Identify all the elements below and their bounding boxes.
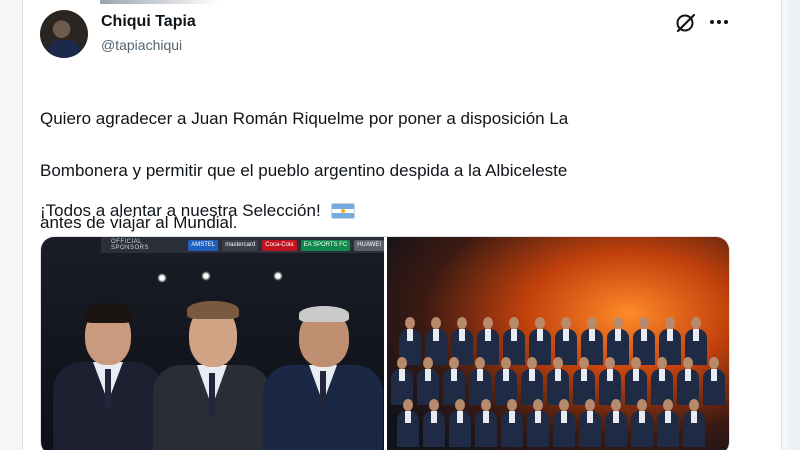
cheer-text: ¡Todos a alentar a nuestra Selección! [40, 201, 321, 220]
sponsor-logo: AMSTEL [188, 239, 219, 251]
tweet-text-line: Quiero agradecer a Juan Román Riquelme p… [40, 109, 569, 128]
user-handle[interactable]: @tapiachiqui [101, 37, 182, 53]
more-icon[interactable] [708, 11, 730, 33]
person-right [263, 306, 383, 450]
scrollbar-track[interactable] [788, 0, 800, 450]
sponsor-banner: OFFICIAL SPONSORS AMSTEL mastercard Coca… [101, 237, 384, 253]
stage-light [157, 273, 167, 283]
previous-post-edge [100, 0, 220, 4]
argentina-flag-icon [331, 203, 356, 219]
grok-icon[interactable] [674, 11, 698, 35]
sponsor-logo: EA SPORTS FC [300, 239, 351, 251]
photo-team-group[interactable] [387, 237, 729, 450]
display-name[interactable]: Chiqui Tapia [101, 13, 196, 31]
media-grid: OFFICIAL SPONSORS AMSTEL mastercard Coca… [40, 236, 730, 450]
stage-light [273, 271, 283, 281]
tweet-cheer-line: ¡Todos a alentar a nuestra Selección! [40, 198, 356, 224]
person-center [153, 301, 271, 450]
crowd-row-middle [391, 357, 729, 405]
stage-light [201, 271, 211, 281]
sponsor-title: OFFICIAL SPONSORS [111, 239, 150, 251]
sponsor-logo: HUAWEI [354, 239, 384, 251]
person-left [53, 303, 163, 450]
tweet-text-line: Bombonera y permitir que el pueblo argen… [40, 161, 568, 180]
sponsor-logo: mastercard [222, 239, 259, 251]
sponsor-logo: Coca-Cola [262, 239, 297, 251]
crowd-row-front [397, 399, 709, 447]
tweet-text: Quiero agradecer a Juan Román Riquelme p… [40, 80, 740, 262]
photo-three-men[interactable]: OFFICIAL SPONSORS AMSTEL mastercard Coca… [41, 237, 384, 450]
avatar[interactable] [40, 10, 88, 58]
